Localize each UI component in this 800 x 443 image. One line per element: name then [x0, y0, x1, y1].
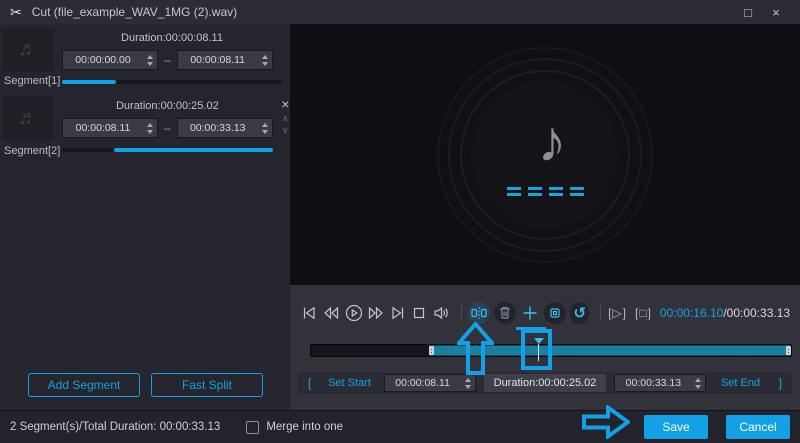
main-area: ♬ Segment[1] Duration:00:00:08.11 00:00:… [0, 24, 800, 410]
footer-bar: 2 Segment(s)/Total Duration: 00:00:33.13… [0, 410, 800, 443]
segment-1-label: Segment[1] [4, 75, 61, 87]
add-segment-tool-button[interactable] [516, 302, 547, 330]
trim-bar: [ Set Start 00:00:08.11 Duration:00:00:2… [298, 372, 792, 394]
audio-preview-area: ♪ [290, 24, 800, 285]
cancel-button[interactable]: Cancel [726, 415, 790, 439]
maximize-button[interactable]: □ [734, 1, 762, 23]
total-time: 00:00:33.13 [726, 306, 791, 320]
trim-duration: Duration:00:00:25.02 [483, 374, 607, 392]
spinner-icon[interactable] [143, 51, 157, 69]
play-button[interactable] [344, 302, 364, 324]
selection-start-handle[interactable] [428, 346, 434, 355]
music-note-icon: ♪ [537, 109, 567, 174]
play-segment-button[interactable]: [▷] [608, 306, 627, 320]
segment-1-progress [62, 80, 282, 84]
end-bracket: ] [778, 376, 782, 390]
stop-button[interactable] [410, 302, 429, 324]
skip-to-start-button[interactable] [300, 302, 319, 324]
reset-button[interactable]: ↺ [570, 302, 590, 324]
music-note-icon: ♬ [18, 38, 38, 60]
merge-checkbox-label: Merge into one [266, 421, 344, 433]
spinner-icon[interactable] [143, 119, 157, 137]
merge-checkbox[interactable] [246, 420, 260, 434]
scissors-icon: ✂ [10, 3, 22, 20]
set-end-button[interactable]: Set End [706, 377, 774, 389]
delete-segment-button[interactable] [494, 302, 517, 324]
segment-item-2[interactable]: ♬ Segment[2] Duration:00:00:25.02 00:00:… [0, 96, 290, 157]
window-title: Cut (file_example_WAV_1MG (2).wav) [31, 5, 238, 19]
save-button[interactable]: Save [644, 415, 708, 439]
fast-forward-button[interactable] [367, 302, 386, 324]
trim-start-input[interactable]: 00:00:08.11 [383, 374, 476, 392]
range-dash: – [164, 53, 171, 67]
spinner-icon[interactable] [258, 119, 272, 137]
segment-item-1[interactable]: ♬ Segment[1] Duration:00:00:08.11 00:00:… [0, 28, 290, 87]
title-bar: ✂ Cut (file_example_WAV_1MG (2).wav) □ × [0, 0, 800, 24]
spinner-icon[interactable] [691, 375, 705, 391]
move-up-icon[interactable]: ∧ [282, 114, 289, 123]
divider [460, 305, 462, 321]
stop-segment-button[interactable]: [□] [635, 306, 652, 320]
segment-2-duration: Duration:00:00:25.02 [115, 100, 219, 112]
fast-split-button[interactable]: Fast Split [151, 373, 263, 397]
segment-1-start-input[interactable]: 00:00:00.00 [62, 50, 158, 70]
trim-end-input[interactable]: 00:00:33.13 [614, 374, 707, 392]
segment-1-thumbnail[interactable]: ♬ [2, 28, 54, 71]
highlight-box-annotation [521, 329, 552, 370]
rewind-button[interactable] [322, 302, 341, 324]
segment-2-start-input[interactable]: 00:00:08.11 [62, 118, 158, 138]
time-display: 00:00:16.10/00:00:33.13 [659, 306, 791, 320]
remove-segment-icon[interactable]: × [281, 97, 289, 111]
segment-2-thumbnail[interactable]: ♬ [2, 96, 54, 141]
equalizer-icon [506, 187, 584, 196]
music-note-icon: ♬ [18, 107, 38, 129]
set-start-button[interactable]: Set Start [315, 377, 383, 389]
spinner-icon[interactable] [461, 375, 475, 391]
range-dash: – [164, 121, 171, 135]
copy-segment-button[interactable] [544, 302, 567, 324]
segments-panel: ♬ Segment[1] Duration:00:00:08.11 00:00:… [0, 24, 290, 410]
spinner-icon[interactable] [258, 51, 272, 69]
current-time: 00:00:16.10 [659, 306, 724, 320]
segment-1-end-input[interactable]: 00:00:08.11 [176, 50, 273, 70]
segment-2-label: Segment[2] [4, 145, 61, 157]
split-button[interactable] [468, 302, 491, 324]
up-arrow-annotation [457, 322, 494, 375]
segments-status-text: 2 Segment(s)/Total Duration: 00:00:33.13 [10, 421, 221, 433]
start-bracket: [ [308, 376, 312, 390]
move-down-icon[interactable]: ∨ [282, 126, 289, 135]
segment-2-progress [62, 148, 273, 152]
segment-2-end-input[interactable]: 00:00:33.13 [176, 118, 273, 138]
right-arrow-annotation [582, 405, 630, 439]
audio-disc-graphic: ♪ [471, 80, 619, 229]
divider [600, 305, 602, 321]
add-segment-button[interactable]: Add Segment [28, 373, 140, 397]
skip-to-end-button[interactable] [388, 302, 407, 324]
segment-1-duration: Duration:00:00:08.11 [121, 32, 223, 44]
selection-end-handle[interactable] [785, 346, 791, 355]
close-button[interactable]: × [762, 1, 790, 23]
volume-button[interactable] [432, 302, 451, 324]
